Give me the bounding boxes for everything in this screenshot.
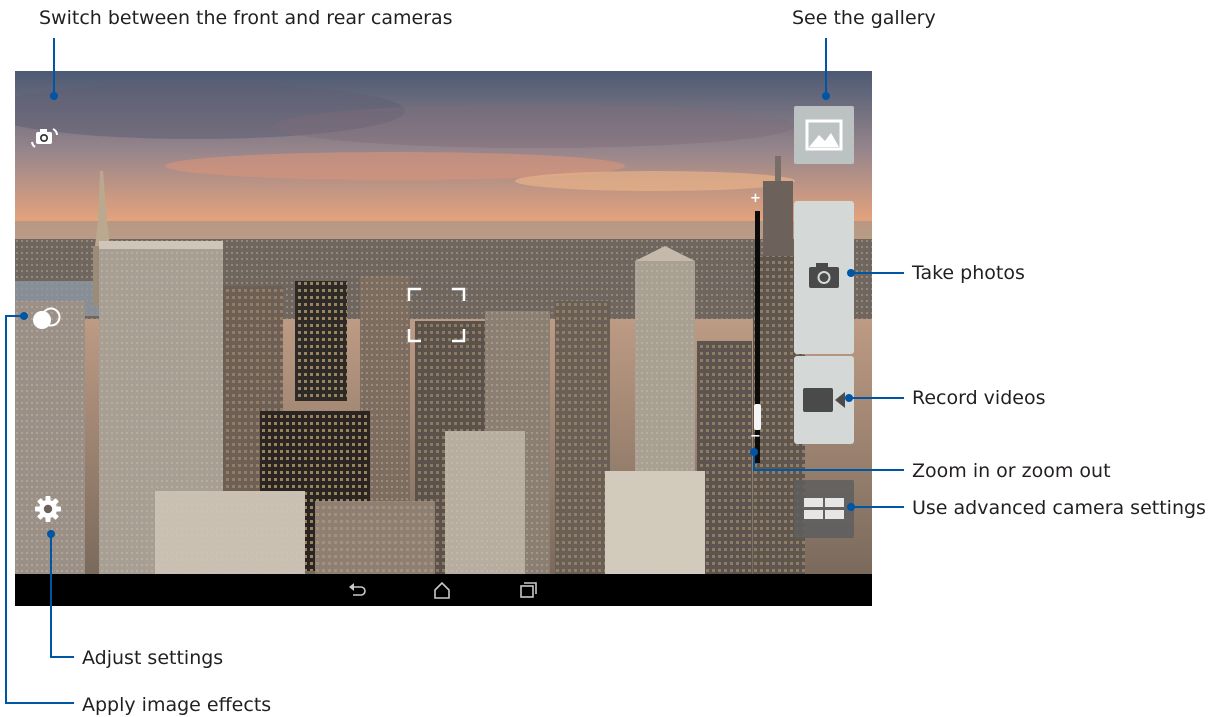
callout-gallery: See the gallery bbox=[792, 7, 936, 29]
image-effects-button[interactable] bbox=[31, 305, 63, 333]
settings-button[interactable] bbox=[34, 495, 62, 523]
callout-zoom: Zoom in or zoom out bbox=[912, 460, 1111, 482]
grid-cell bbox=[825, 498, 844, 507]
zoom-in-label: + bbox=[750, 191, 761, 206]
grid-cell bbox=[804, 510, 823, 519]
callout-adjust-settings: Adjust settings bbox=[82, 647, 224, 669]
callout-advanced-settings: Use advanced camera settings bbox=[912, 497, 1206, 519]
video-camera-icon bbox=[803, 388, 845, 412]
record-button[interactable] bbox=[794, 356, 854, 444]
recents-icon bbox=[520, 582, 537, 598]
home-button[interactable] bbox=[431, 579, 453, 601]
camera-switch-icon bbox=[31, 128, 58, 148]
back-button[interactable] bbox=[346, 579, 368, 601]
grid-cell bbox=[825, 510, 844, 519]
navigation-bar bbox=[15, 574, 872, 606]
viewfinder-scene bbox=[15, 71, 872, 574]
recents-button[interactable] bbox=[517, 579, 539, 601]
effects-icon bbox=[33, 307, 61, 329]
grid-cell bbox=[804, 498, 823, 507]
camera-screen: + − bbox=[15, 71, 872, 606]
image-icon bbox=[805, 119, 843, 151]
callout-switch-camera: Switch between the front and rear camera… bbox=[39, 7, 453, 29]
callout-image-effects: Apply image effects bbox=[82, 694, 272, 716]
zoom-slider-thumb[interactable] bbox=[754, 404, 761, 430]
advanced-settings-button[interactable] bbox=[794, 480, 854, 538]
gear-icon bbox=[35, 496, 61, 522]
switch-camera-button[interactable] bbox=[30, 123, 60, 153]
camera-icon bbox=[809, 263, 839, 288]
zoom-out-label: − bbox=[750, 429, 761, 444]
back-icon bbox=[349, 583, 366, 596]
callout-record-videos: Record videos bbox=[912, 387, 1046, 409]
shutter-button[interactable] bbox=[794, 201, 854, 354]
home-icon bbox=[434, 581, 450, 599]
callout-take-photos: Take photos bbox=[912, 262, 1025, 284]
gallery-button[interactable] bbox=[794, 106, 854, 164]
